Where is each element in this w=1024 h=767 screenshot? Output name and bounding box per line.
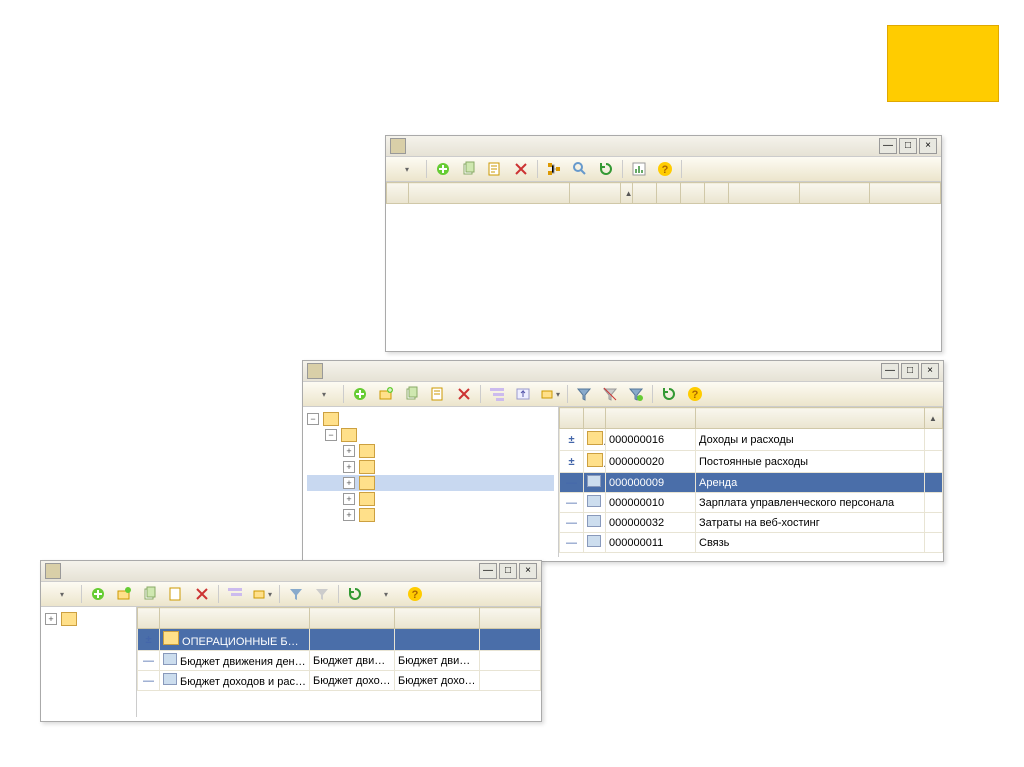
caption-fin-analysis	[640, 612, 860, 646]
table-row[interactable]: —000000010Зарплата управленческого персо…	[560, 493, 943, 513]
table-row[interactable]: — Бюджет доходов и расходовБюджет доходо…	[138, 671, 541, 691]
level-up-icon[interactable]	[511, 384, 535, 404]
copy-icon[interactable]	[138, 584, 162, 604]
actions-menu[interactable]	[45, 584, 77, 604]
table-row[interactable]: —000000011Связь	[560, 533, 943, 553]
copy-icon[interactable]	[400, 384, 424, 404]
edit-icon[interactable]	[426, 384, 450, 404]
table-row[interactable]: ± ОПЕРАЦИОННЫЕ БЮДЖЕТЫ	[138, 629, 541, 651]
titlebar[interactable]: — □ ×	[303, 361, 943, 382]
caption-plan-schetov	[108, 198, 308, 215]
toolbar: ?	[41, 582, 541, 607]
close-button[interactable]: ×	[921, 363, 939, 379]
filter-set-icon[interactable]	[624, 384, 648, 404]
refresh-icon[interactable]	[594, 159, 618, 179]
maximize-button[interactable]: □	[899, 138, 917, 154]
tree-node[interactable]: −	[307, 427, 554, 443]
add-icon[interactable]	[348, 384, 372, 404]
maximize-button[interactable]: □	[901, 363, 919, 379]
hierarchy-icon[interactable]	[485, 384, 509, 404]
slide-subtitle	[54, 62, 85, 105]
tree-node[interactable]: +	[307, 491, 554, 507]
window-chart-of-accounts: — □ × ? ▲	[385, 135, 942, 352]
titlebar[interactable]: — □ ×	[386, 136, 941, 157]
refresh-icon[interactable]	[343, 584, 367, 604]
table-row[interactable]: ±000000020Постоянные расходы	[560, 451, 943, 473]
help-icon[interactable]: ?	[683, 384, 707, 404]
close-button[interactable]: ×	[919, 138, 937, 154]
tree-node[interactable]: +	[307, 507, 554, 523]
goto-journal-link[interactable]	[686, 159, 718, 179]
budgets-grid[interactable]: ± ОПЕРАЦИОННЫЕ БЮДЖЕТЫ— Бюджет движения …	[137, 607, 541, 691]
actions-menu[interactable]	[390, 159, 422, 179]
delete-icon[interactable]	[509, 159, 533, 179]
actions-menu[interactable]	[307, 384, 339, 404]
add-group-icon[interactable]	[112, 584, 136, 604]
svg-text:?: ?	[662, 164, 669, 176]
help-icon[interactable]: ?	[403, 584, 427, 604]
tree-icon[interactable]	[542, 159, 566, 179]
minimize-button[interactable]: —	[879, 138, 897, 154]
window-icon	[307, 363, 323, 379]
move-icon[interactable]	[537, 384, 563, 404]
goto-menu[interactable]	[369, 584, 401, 604]
svg-text:?: ?	[412, 589, 419, 601]
titlebar[interactable]: — □ ×	[41, 561, 541, 582]
filter-icon[interactable]	[284, 584, 308, 604]
refresh-icon[interactable]	[657, 384, 681, 404]
edit-icon[interactable]	[164, 584, 188, 604]
minimize-button[interactable]: —	[881, 363, 899, 379]
caption-stati-oborotov	[150, 420, 280, 454]
turnover-grid[interactable]: ▲ ±000000016Доходы и расходы±000000020По…	[559, 407, 943, 553]
filter-icon[interactable]	[572, 384, 596, 404]
toolbar: ?	[386, 157, 941, 182]
table-row[interactable]: —000000032Затраты на веб-хостинг	[560, 513, 943, 533]
svg-text:?: ?	[692, 389, 699, 401]
tree-node[interactable]: +	[307, 443, 554, 459]
hierarchy-icon[interactable]	[223, 584, 247, 604]
maximize-button[interactable]: □	[499, 563, 517, 579]
edit-icon[interactable]	[483, 159, 507, 179]
delete-icon[interactable]	[452, 384, 476, 404]
report-icon[interactable]	[627, 159, 651, 179]
logo-1c	[887, 25, 999, 102]
delete-icon[interactable]	[190, 584, 214, 604]
table-row[interactable]: ±000000016Доходы и расходы	[560, 429, 943, 451]
window-budgets: — □ × ? + ± ОПЕРА	[40, 560, 542, 722]
find-icon[interactable]	[568, 159, 592, 179]
copy-icon[interactable]	[457, 159, 481, 179]
move-icon[interactable]	[249, 584, 275, 604]
filter-off-icon[interactable]	[310, 584, 334, 604]
add-icon[interactable]	[431, 159, 455, 179]
tree-node[interactable]: +	[307, 459, 554, 475]
tree-root[interactable]: −	[307, 411, 554, 427]
turnover-tree[interactable]: − − + + + + +	[303, 407, 558, 527]
window-icon	[390, 138, 406, 154]
help-icon[interactable]: ?	[653, 159, 677, 179]
table-row[interactable]: —000000009Аренда	[560, 473, 943, 493]
toolbar: ?	[303, 382, 943, 407]
window-icon	[45, 563, 61, 579]
minimize-button[interactable]: —	[479, 563, 497, 579]
accounts-grid[interactable]: ▲	[386, 182, 941, 204]
window-turnover-items: — □ × ? − − + + + +	[302, 360, 944, 562]
budgets-tree[interactable]: +	[41, 607, 136, 631]
table-row[interactable]: — Бюджет движения денежных сред...Бюджет…	[138, 651, 541, 671]
caption-sources	[600, 680, 890, 718]
close-button[interactable]: ×	[519, 563, 537, 579]
filter-off-icon[interactable]	[598, 384, 622, 404]
add-group-icon[interactable]	[374, 384, 398, 404]
tree-node-selected[interactable]: +	[307, 475, 554, 491]
tree-root[interactable]: +	[45, 611, 132, 627]
add-icon[interactable]	[86, 584, 110, 604]
